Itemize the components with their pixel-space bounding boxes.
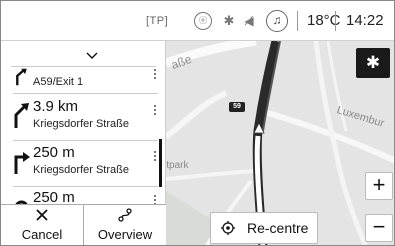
turn-list-item[interactable]: 250 m Kriegsdorfer Straße [13,143,158,183]
overview-button[interactable]: Overview [84,204,166,245]
turn-street: Kriegsdorfer Straße [33,164,129,176]
navigation-screen: [TP] ⓞ ✱ ◀̸ ♫ 18°C 14:22 aße Luxembur it… [0,0,395,246]
cancel-button[interactable]: Cancel [1,204,84,245]
turn-street: Kriegsdorfer Straße [33,118,129,130]
turn-list-item[interactable]: 3.9 km Kriegsdorfer Straße [13,97,158,137]
chevron-down-icon[interactable] [86,50,98,62]
music-note-icon[interactable]: ♫ [266,10,288,32]
turn-right-arrow-icon [14,152,30,174]
target-icon [221,221,235,235]
recentre-label: Re-centre [247,220,309,236]
onstar-icon: ⓞ [194,12,212,30]
bluetooth-icon: ✱ [223,13,235,28]
more-options-icon[interactable] [154,69,156,81]
overview-label: Overview [97,227,153,242]
recentre-button[interactable]: Re-centre [210,212,318,244]
clock: 14:22 [346,12,384,29]
scrollbar-thumb[interactable] [159,139,162,187]
map-settings-button[interactable]: ✱ [356,48,390,78]
bottom-bar: Cancel Overview [1,204,166,245]
divider [13,140,158,141]
turn-list-item[interactable]: A59/Exit 1 [13,68,158,94]
turn-distance: 3.9 km [33,98,79,115]
speaker-mute-icon: ◀̸ [244,14,254,28]
status-divider [297,11,298,31]
bear-right-arrow-icon [14,103,29,128]
status-divider [335,11,336,31]
divider [13,93,158,94]
route-overview-icon [118,208,132,222]
gear-icon: ✱ [365,53,381,72]
traffic-program-indicator: [TP] [146,15,169,27]
divider [11,66,156,67]
map-area-label: itpark [166,160,189,171]
cancel-label: Cancel [21,227,63,242]
zoom-in-button[interactable]: + [365,172,393,200]
road-number-badge: 59 [229,102,245,112]
bear-right-arrow-icon [16,68,27,86]
more-options-icon[interactable] [154,105,156,117]
zoom-out-button[interactable]: − [365,214,393,242]
turn-street: A59/Exit 1 [33,76,84,88]
close-x-icon [36,209,48,221]
divider [13,186,158,187]
more-options-icon[interactable] [154,151,156,163]
turn-distance: 250 m [33,144,75,161]
status-bar: [TP] ⓞ ✱ ◀̸ ♫ 18°C 14:22 [1,1,394,41]
